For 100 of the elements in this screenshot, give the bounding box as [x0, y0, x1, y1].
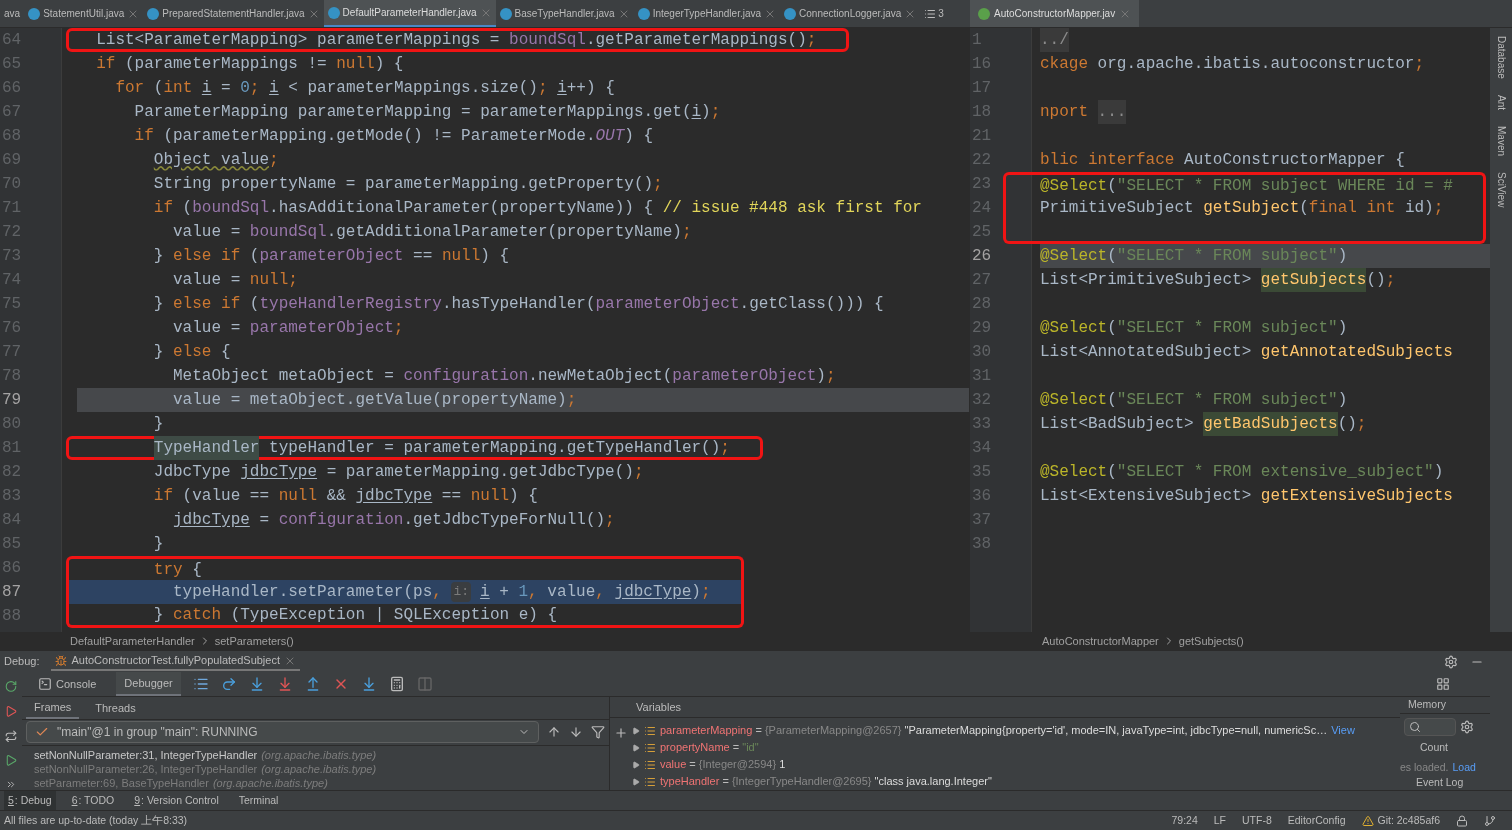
code-line: } catch (TypeException | SQLException e) { [66, 604, 744, 628]
debug-session-tab[interactable]: AutoConstructorTest.fullyPopulatedSubject [51, 652, 300, 671]
code-line: List<ExtensiveSubject> getExtensiveSubjects [1040, 486, 1454, 507]
load-link[interactable]: Load [1452, 759, 1476, 776]
code-line: @Select("SELECT * FROM subject") [1040, 318, 1349, 339]
line-number: 87 [2, 582, 22, 603]
field-icon [644, 758, 656, 771]
variable-entry[interactable]: value = {Integer@2594} 1 [660, 756, 786, 773]
code-line: if (parameterMapping.getMode() != ParameterMode.OUT) { [133, 126, 655, 147]
code-line: List<BadSubject> getBadSubjects(); [1040, 412, 1490, 436]
column-header[interactable]: Count [1400, 739, 1490, 756]
add-icon[interactable] [614, 726, 628, 740]
variable-entry[interactable]: parameterMapping = {ParameterMapping@2657} "ParameterMapping{property='id', mode=IN, javaType=int, jdbcType=null, numericSc… [660, 722, 1328, 739]
tool-window-button[interactable]: Ant [1493, 94, 1509, 110]
view-link[interactable]: View [1331, 722, 1355, 739]
code-line: @Select("SELECT * FROM subject WHERE id = # [1003, 172, 1486, 196]
filter-icon[interactable] [591, 725, 605, 740]
breadcrumb-item[interactable]: getSubjects() [1178, 632, 1244, 650]
editor-tab[interactable]: PreparedStatementHandler.java [143, 0, 324, 27]
debug-tab[interactable]: Debugger [116, 672, 181, 696]
code-line: Object value; [152, 150, 280, 171]
variable-entry[interactable]: propertyName = "id" [660, 739, 759, 756]
branch-icon[interactable] [1484, 814, 1496, 827]
console-icon [38, 677, 52, 691]
code-line: } else if (parameterObject == null) { [152, 246, 511, 267]
rerun-icon[interactable] [4, 680, 18, 693]
code-line: value = null; [172, 270, 299, 291]
code-line: ParameterMapping parameterMapping = parameterMappings.get(i); [133, 102, 722, 123]
cursor-position[interactable]: 79:24 [1171, 812, 1198, 829]
editor-tab[interactable]: ava [0, 0, 25, 27]
memory-tab[interactable]: Memory [1400, 697, 1454, 713]
code-line: value = parameterObject; [172, 318, 405, 339]
code-line: List<PrimitiveSubject> getSubjects(); [1040, 268, 1490, 292]
warning-icon [1361, 814, 1374, 827]
editor-tab[interactable]: ConnectionLogger.java [780, 0, 921, 27]
settings-icon[interactable] [1460, 719, 1474, 734]
editor-tab[interactable]: IntegerTypeHandler.java [633, 0, 781, 27]
lock-icon[interactable] [1456, 814, 1468, 827]
layout-icon[interactable] [1436, 677, 1450, 691]
git-branch[interactable]: Git: 2c485af6 [1361, 812, 1440, 829]
frames-tab[interactable]: Threads [87, 697, 144, 719]
code-line: String propertyName = parameterMapping.getProperty(); [152, 174, 664, 195]
code-line: } [152, 414, 165, 435]
breadcrumb-item[interactable]: DefaultParameterHandler [70, 632, 195, 650]
down-arrow-icon[interactable] [569, 725, 583, 740]
resume-icon[interactable] [4, 704, 18, 718]
code-line: @Select("SELECT * FROM extensive_subject") [1040, 462, 1445, 483]
stack-frame[interactable]: setNonNullParameter:31, IntegerTypeHandler (org.apache.ibatis.type) [34, 748, 609, 762]
code-line: } [152, 534, 165, 555]
code-line: MetaObject metaObject = configuration.newMetaObject(parameterObject); [172, 366, 837, 387]
file-encoding[interactable]: UTF-8 [1242, 812, 1272, 829]
code-line: nport ... [1040, 100, 1490, 124]
search-field[interactable] [1404, 717, 1456, 736]
list-icon [924, 7, 937, 20]
tool-window-button[interactable]: Database [1493, 36, 1509, 79]
frames-tab[interactable]: Frames [26, 697, 80, 719]
editor-tab[interactable]: AutoConstructorMapper.jav [970, 0, 1140, 27]
debug-label: Debug: [4, 654, 40, 670]
bug-icon [55, 654, 68, 667]
thread-dropdown[interactable]: "main"@1 in group "main": RUNNING [26, 721, 539, 744]
tool-window-button[interactable]: Maven [1493, 125, 1509, 156]
code-line: for (int i = 0; i < parameterMappings.size(); i++) { [114, 78, 616, 99]
code-line: ckage org.apache.ibatis.autoconstructor; [1040, 54, 1426, 75]
calculator-icon[interactable] [388, 676, 405, 692]
code-line: } else { [152, 342, 232, 363]
tool-window-button[interactable]: SciView [1493, 171, 1509, 208]
step-over-icon[interactable] [220, 676, 237, 692]
code-line: List<AnnotatedSubject> getAnnotatedSubjects [1040, 342, 1454, 363]
panel-title: Variables [635, 699, 682, 715]
tab-overflow-button[interactable]: 3 [920, 0, 948, 27]
variable-entry[interactable]: typeHandler = {IntegerTypeHandler@2695} "class java.lang.Integer" [660, 773, 992, 790]
up-arrow-icon[interactable] [547, 725, 561, 740]
code-line: value = boundSql.getAdditionalParameter(propertyName); [172, 222, 693, 243]
tool-window-button[interactable]: 9: Version Control [130, 791, 223, 810]
breadcrumb-item[interactable]: setParameters() [214, 632, 294, 650]
field-icon [644, 775, 656, 788]
search-icon [1409, 720, 1421, 733]
line-separator[interactable]: LF [1213, 812, 1226, 829]
event-log-button[interactable]: Event Log [1400, 775, 1490, 791]
tool-window-button[interactable]: Terminal [234, 791, 283, 810]
more-icon[interactable] [5, 779, 17, 790]
tool-window-button[interactable]: 5: Debug [4, 791, 56, 810]
editor-config[interactable]: EditorConfig [1287, 812, 1346, 829]
debug-tab[interactable]: Console [30, 672, 105, 696]
settings-icon[interactable] [1444, 654, 1458, 669]
field-icon [644, 741, 656, 754]
editor-tab[interactable]: DefaultParameterHandler.java [323, 0, 496, 27]
list-icon[interactable] [192, 676, 209, 692]
play-icon[interactable] [4, 754, 18, 768]
interface-icon [978, 7, 990, 20]
breadcrumb-item[interactable]: AutoConstructorMapper [1042, 632, 1159, 650]
status-message: All files are up-to-date (today 上午8:33) [4, 812, 189, 828]
code-line: } else if (typeHandlerRegistry.hasTypeHandler(parameterObject.getClass())) { [152, 294, 885, 315]
tool-window-button[interactable]: 6: TODO [67, 791, 119, 810]
field-icon [644, 724, 656, 737]
code-line: if (parameterMappings != null) { [95, 54, 405, 75]
code-line: PrimitiveSubject getSubject(final int id); [1003, 196, 1486, 220]
code-line: jdbcType = configuration.getJdbcTypeForNull(); [172, 510, 616, 531]
editor-tab[interactable]: BaseTypeHandler.java [495, 0, 634, 27]
editor-tab[interactable]: StatementUtil.java [24, 0, 144, 27]
